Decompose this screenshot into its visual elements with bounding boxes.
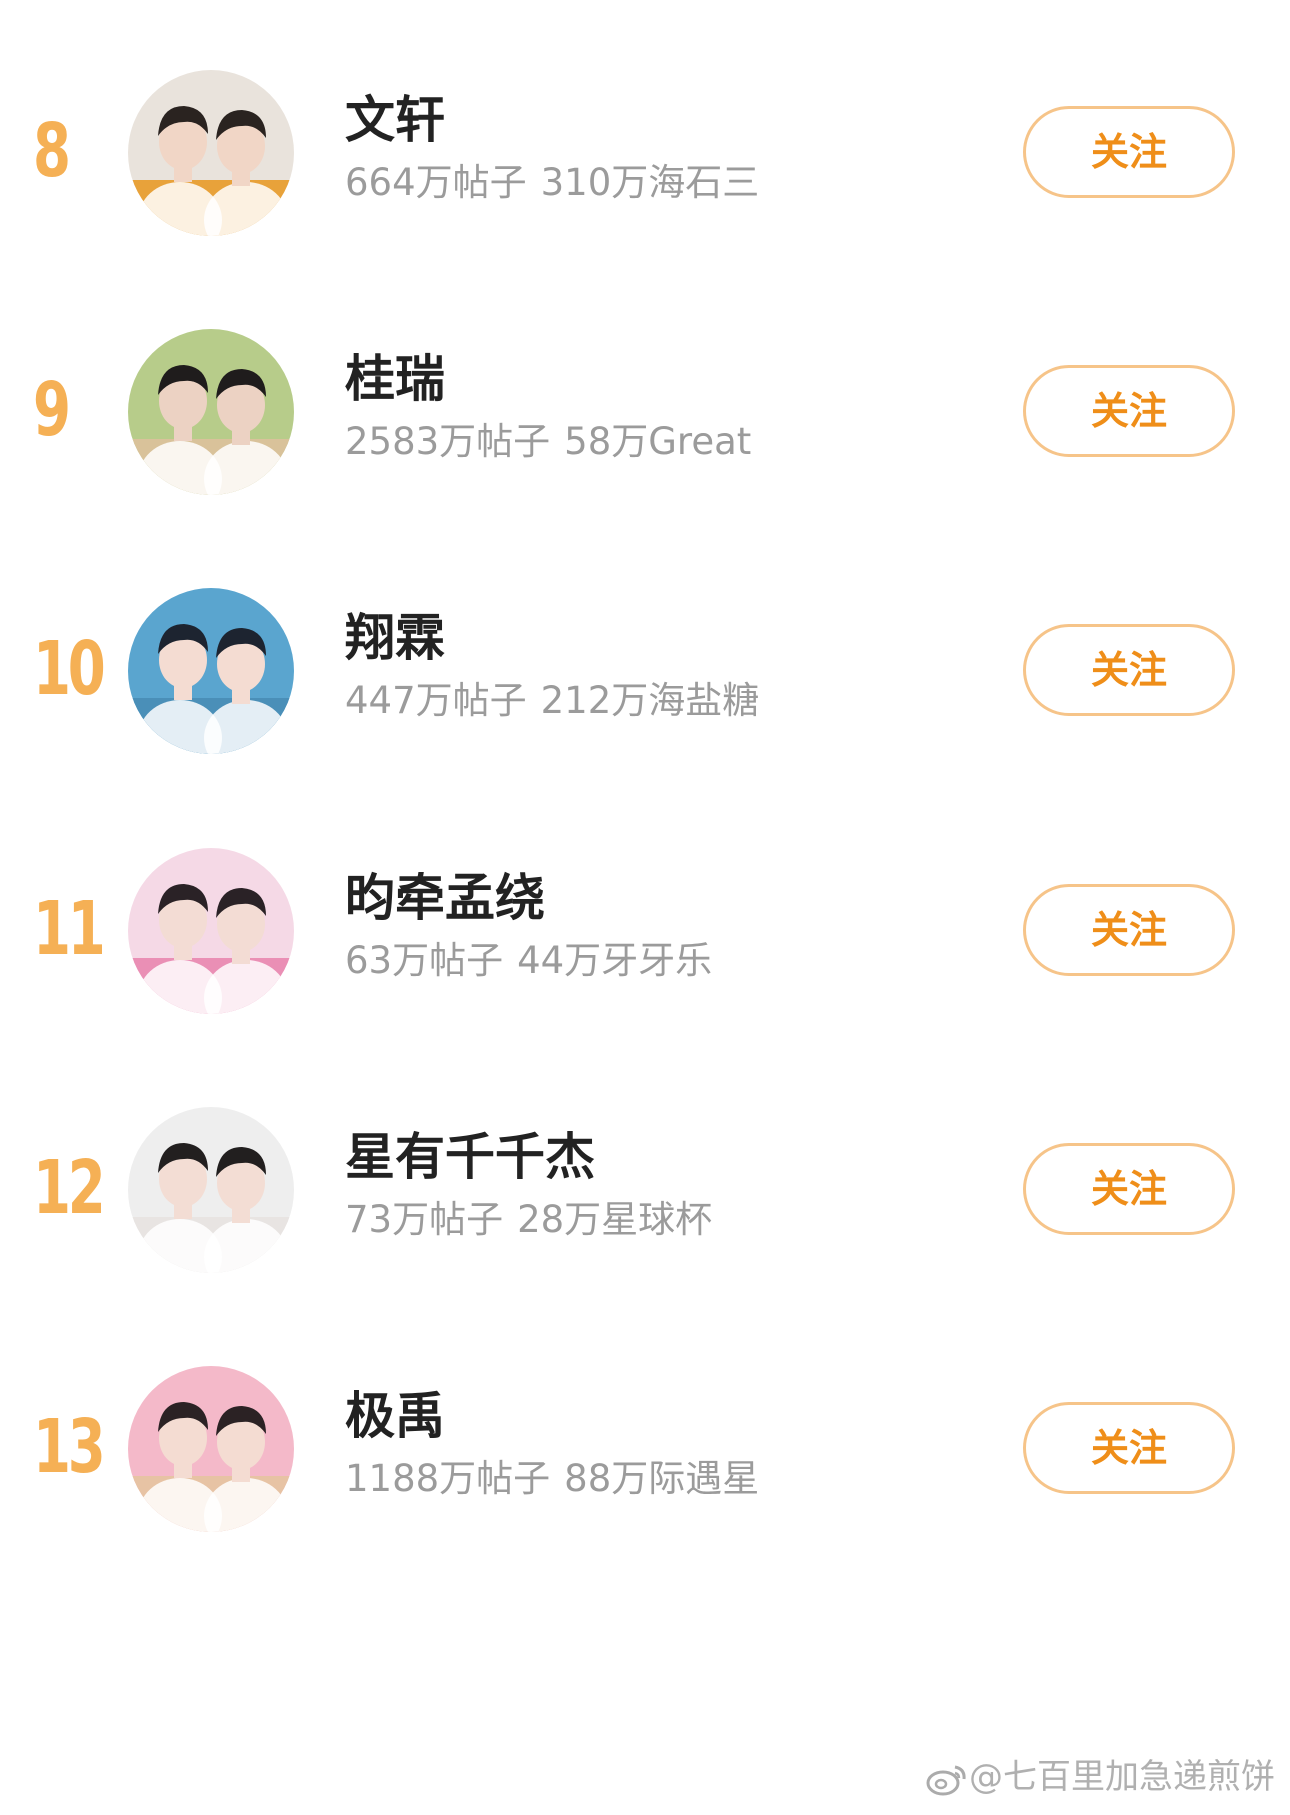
duo-portrait-avatar bbox=[128, 588, 294, 754]
rank-number: 13 bbox=[33, 1404, 106, 1490]
ranking-row: 8 文轩 664万帖子 310万海石三 关注 bbox=[0, 68, 1290, 238]
duo-portrait-avatar bbox=[128, 1366, 294, 1532]
topic-stats: 63万帖子 44万牙牙乐 bbox=[345, 936, 712, 986]
fan-count: 28万星球杯 bbox=[517, 1198, 713, 1241]
post-count: 73万帖子 bbox=[345, 1198, 504, 1241]
follow-button[interactable]: 关注 bbox=[1023, 1143, 1235, 1235]
post-count: 1188万帖子 bbox=[345, 1457, 551, 1500]
fan-count: 58万Great bbox=[564, 420, 752, 463]
rank-number: 8 bbox=[33, 108, 71, 194]
topic-title[interactable]: 桂瑞 bbox=[345, 347, 445, 411]
post-count: 63万帖子 bbox=[345, 939, 504, 982]
ranking-row: 13 极禹 1188万帖子 88万际遇星 关注 bbox=[0, 1364, 1290, 1534]
post-count: 447万帖子 bbox=[345, 679, 527, 722]
avatar[interactable] bbox=[128, 70, 294, 236]
fan-count: 88万际遇星 bbox=[564, 1457, 760, 1500]
avatar[interactable] bbox=[128, 848, 294, 1014]
rank-number: 9 bbox=[33, 367, 71, 453]
avatar[interactable] bbox=[128, 588, 294, 754]
topic-title[interactable]: 翔霖 bbox=[345, 606, 445, 670]
topic-title[interactable]: 文轩 bbox=[345, 88, 445, 152]
topic-stats: 1188万帖子 88万际遇星 bbox=[345, 1454, 759, 1504]
avatar[interactable] bbox=[128, 329, 294, 495]
rank-number: 11 bbox=[33, 886, 106, 972]
ranking-row: 11 昀牵孟绕 63万帖子 44万牙牙乐 关注 bbox=[0, 846, 1290, 1016]
ranking-row: 12 星有千千杰 73万帖子 28万星球杯 关注 bbox=[0, 1105, 1290, 1275]
fan-count: 212万海盐糖 bbox=[540, 679, 760, 722]
topic-title[interactable]: 极禹 bbox=[345, 1384, 445, 1448]
post-count: 2583万帖子 bbox=[345, 420, 551, 463]
ranking-row: 9 桂瑞 2583万帖子 58万Great 关注 bbox=[0, 327, 1290, 497]
topic-title[interactable]: 星有千千杰 bbox=[345, 1125, 595, 1189]
avatar[interactable] bbox=[128, 1107, 294, 1273]
duo-portrait-avatar bbox=[128, 329, 294, 495]
follow-button[interactable]: 关注 bbox=[1023, 106, 1235, 198]
follow-button[interactable]: 关注 bbox=[1023, 884, 1235, 976]
follow-button[interactable]: 关注 bbox=[1023, 365, 1235, 457]
watermark: @七百里加急递煎饼 bbox=[925, 1752, 1275, 1802]
follow-button[interactable]: 关注 bbox=[1023, 624, 1235, 716]
duo-portrait-avatar bbox=[128, 1107, 294, 1273]
post-count: 664万帖子 bbox=[345, 161, 527, 204]
fan-count: 310万海石三 bbox=[540, 161, 760, 204]
watermark-text: @七百里加急递煎饼 bbox=[969, 1757, 1275, 1797]
follow-button[interactable]: 关注 bbox=[1023, 1402, 1235, 1494]
topic-stats: 664万帖子 310万海石三 bbox=[345, 158, 759, 208]
topic-title[interactable]: 昀牵孟绕 bbox=[345, 866, 545, 930]
weibo-logo-icon bbox=[925, 1761, 969, 1797]
fan-count: 44万牙牙乐 bbox=[517, 939, 713, 982]
ranking-list: 8 文轩 664万帖子 310万海石三 关注 9 桂瑞 2583万帖子 58万Great 关注 10… bbox=[0, 0, 1290, 1815]
topic-stats: 73万帖子 28万星球杯 bbox=[345, 1195, 712, 1245]
topic-stats: 447万帖子 212万海盐糖 bbox=[345, 676, 759, 726]
rank-number: 12 bbox=[33, 1145, 106, 1231]
duo-portrait-avatar bbox=[128, 848, 294, 1014]
avatar[interactable] bbox=[128, 1366, 294, 1532]
duo-portrait-avatar bbox=[128, 70, 294, 236]
rank-number: 10 bbox=[33, 626, 106, 712]
ranking-row: 10 翔霖 447万帖子 212万海盐糖 关注 bbox=[0, 586, 1290, 756]
topic-stats: 2583万帖子 58万Great bbox=[345, 417, 751, 467]
